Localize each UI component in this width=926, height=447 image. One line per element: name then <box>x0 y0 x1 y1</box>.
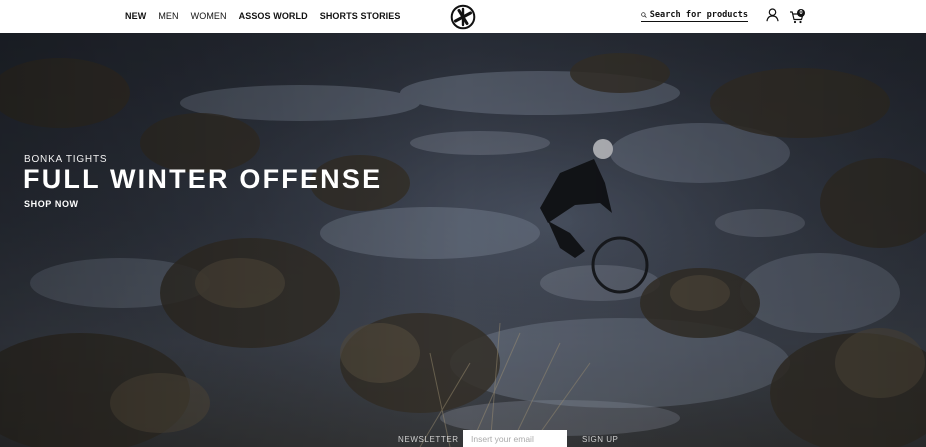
hero-background-image <box>0 33 926 447</box>
cart-count-badge: 0 <box>797 9 805 17</box>
hero-headline: FULL WINTER OFFENSE <box>23 164 383 194</box>
nav-item-assos-world[interactable]: ASSOS WORLD <box>239 11 308 21</box>
nav-item-women[interactable]: WOMEN <box>191 11 227 21</box>
newsletter-label: NEWSLETTER <box>398 435 459 444</box>
site-header: NEW MEN WOMEN ASSOS WORLD SHORTS STORIES… <box>0 0 926 33</box>
hero-banner[interactable]: BONKA TIGHTS FULL WINTER OFFENSE SHOP NO… <box>0 33 926 447</box>
newsletter-bar: NEWSLETTER SIGN UP <box>0 429 926 447</box>
newsletter-email-input[interactable] <box>463 430 567 447</box>
search-input[interactable]: Search for products <box>650 10 748 20</box>
shop-now-link[interactable]: SHOP NOW <box>24 199 79 209</box>
main-nav: NEW MEN WOMEN ASSOS WORLD SHORTS STORIES <box>125 11 412 21</box>
account-icon[interactable] <box>766 8 779 22</box>
nav-item-shorts-stories[interactable]: SHORTS STORIES <box>320 11 401 21</box>
search-icon <box>641 11 647 18</box>
nav-item-men[interactable]: MEN <box>158 11 178 21</box>
sign-up-button[interactable]: SIGN UP <box>582 435 618 444</box>
brand-logo[interactable] <box>450 4 476 30</box>
search-field[interactable]: Search for products <box>641 8 748 22</box>
nav-item-new[interactable]: NEW <box>125 11 146 21</box>
